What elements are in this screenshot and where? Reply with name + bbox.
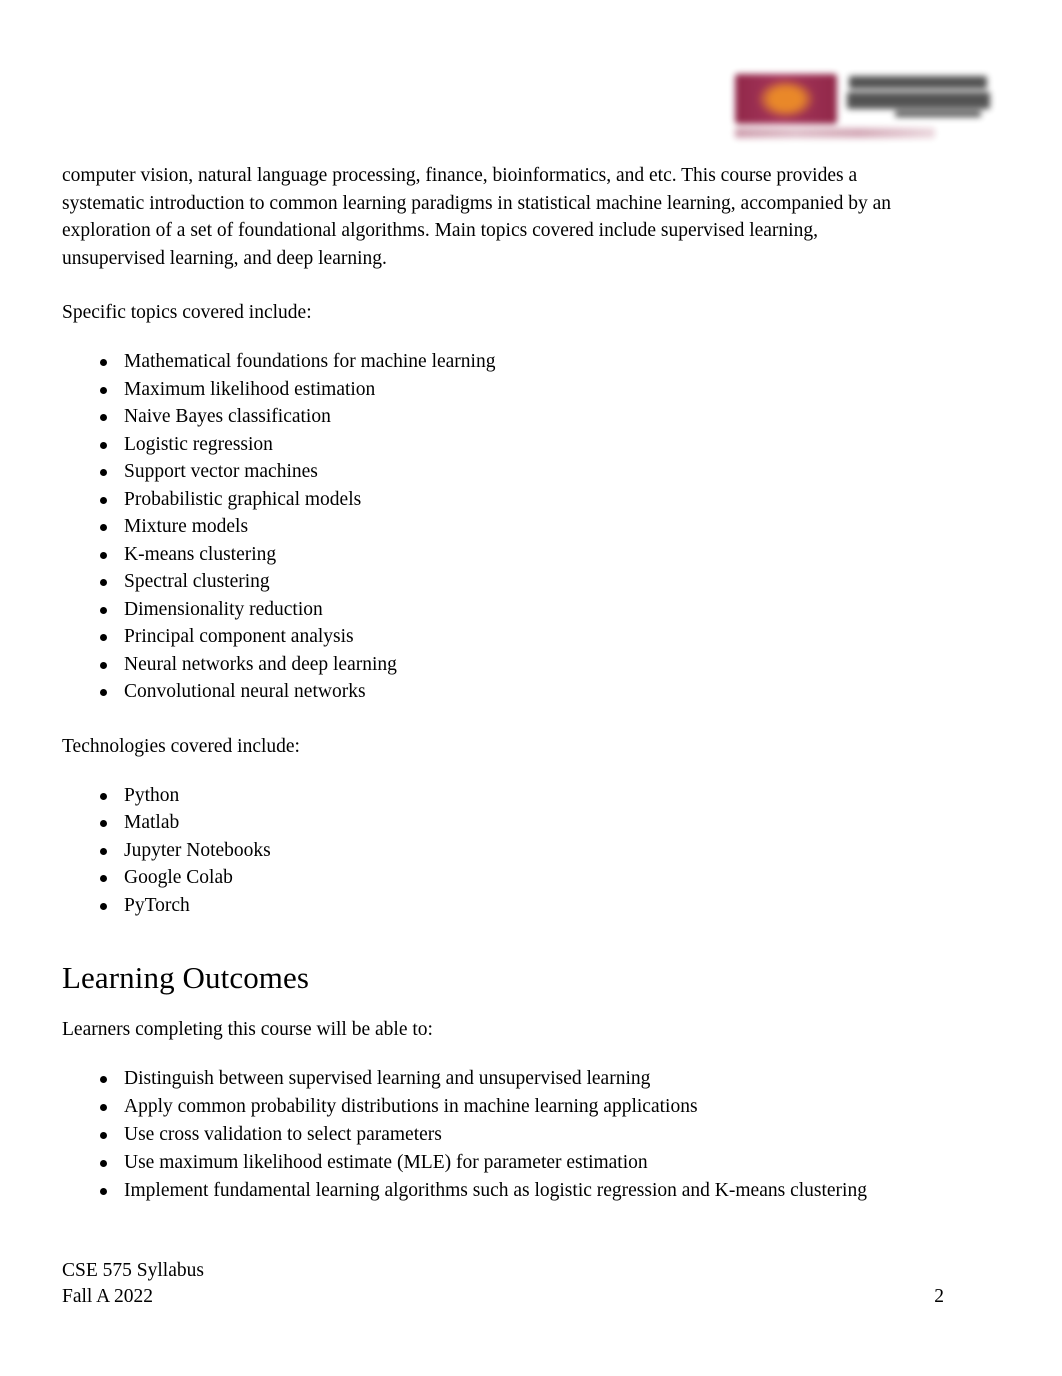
list-item: Distinguish between supervised learning … [62, 1065, 992, 1093]
list-item-label: Probabilistic graphical models [124, 488, 362, 510]
list-item-label: K-means clustering [124, 543, 277, 565]
list-item-label: Jupyter Notebooks [124, 839, 271, 861]
document-page: computer vision, natural language proces… [0, 0, 1062, 1376]
footer-term-row: Fall A 2022 2 [62, 1284, 944, 1310]
list-item: Python [62, 782, 992, 810]
list-item: Logistic regression [62, 431, 992, 459]
footer-course-title: CSE 575 Syllabus [62, 1260, 204, 1281]
list-item-label: Spectral clustering [124, 571, 270, 592]
asu-logo-wordmark [847, 72, 990, 118]
list-item-label: Matlab [124, 812, 180, 833]
topics-lead-text: Specific topics covered include: [62, 302, 312, 323]
list-item: Convolutional neural networks [62, 678, 992, 706]
footer-term: Fall A 2022 [62, 1286, 154, 1307]
list-item-label: Dimensionality reduction [124, 598, 323, 620]
list-item: Use cross validation to select parameter… [62, 1121, 992, 1149]
list-item-label: Mathematical foundations for machine lea… [124, 351, 496, 372]
list-item: Support vector machines [62, 458, 992, 486]
list-item: Implement fundamental learning algorithm… [62, 1177, 992, 1205]
technologies-lead-text: Technologies covered include: [62, 735, 300, 757]
list-item-label: Use cross validation to select parameter… [124, 1124, 442, 1145]
list-item: Principal component analysis [62, 623, 992, 651]
list-item-label: Apply common probability distributions i… [124, 1096, 698, 1117]
asu-logo-mark-icon [735, 74, 837, 124]
list-item-label: Implement fundamental learning algorithm… [124, 1180, 867, 1201]
document-content: computer vision, natural language proces… [62, 162, 992, 1205]
list-item-label: Naive Bayes classification [124, 406, 331, 427]
list-item-label: PyTorch [124, 894, 190, 916]
list-item-label: Neural networks and deep learning [124, 653, 397, 675]
list-item: Jupyter Notebooks [62, 837, 992, 865]
list-item-label: Use maximum likelihood estimate (MLE) fo… [124, 1152, 648, 1173]
list-item-label: Logistic regression [124, 433, 273, 455]
wordmark-line-3 [895, 111, 981, 117]
list-item: Google Colab [62, 864, 992, 892]
logo-tagline-strip [735, 128, 935, 138]
page-footer: CSE 575 Syllabus Fall A 2022 2 [62, 1258, 944, 1310]
list-item-label: Convolutional neural networks [124, 681, 366, 702]
learning-outcomes-list: Distinguish between supervised learning … [62, 1065, 992, 1205]
list-item-label: Python [124, 784, 180, 806]
list-item: PyTorch [62, 892, 992, 920]
footer-page-number: 2 [934, 1286, 944, 1307]
intro-paragraph: computer vision, natural language proces… [62, 165, 892, 269]
technologies-list: Python Matlab Jupyter Notebooks Google C… [62, 782, 992, 920]
list-item: Mathematical foundations for machine lea… [62, 348, 992, 376]
list-item: Neural networks and deep learning [62, 651, 992, 679]
list-item-label: Support vector machines [124, 461, 318, 482]
list-item: Use maximum likelihood estimate (MLE) fo… [62, 1149, 992, 1177]
list-item-label: Principal component analysis [124, 626, 354, 647]
list-item: Apply common probability distributions i… [62, 1093, 992, 1121]
list-item-label: Mixture models [124, 516, 249, 537]
list-item-label: Distinguish between supervised learning … [124, 1068, 651, 1089]
list-item: Dimensionality reduction [62, 596, 992, 624]
list-item: Naive Bayes classification [62, 403, 992, 431]
asu-engineering-logo [735, 66, 990, 144]
list-item-label: Maximum likelihood estimation [124, 378, 376, 400]
list-item: Spectral clustering [62, 568, 992, 596]
list-item: Probabilistic graphical models [62, 486, 992, 514]
wordmark-line-2 [847, 92, 990, 109]
wordmark-line-1 [849, 76, 987, 89]
page-title: Learning Outcomes [62, 960, 310, 995]
topics-list: Mathematical foundations for machine lea… [62, 348, 992, 706]
learning-outcomes-lead-text: Learners completing this course will be … [62, 1019, 433, 1040]
list-item: Mixture models [62, 513, 992, 541]
list-item-label: Google Colab [124, 867, 233, 888]
list-item: Matlab [62, 809, 992, 837]
list-item: Maximum likelihood estimation [62, 376, 992, 404]
list-item: K-means clustering [62, 541, 992, 569]
